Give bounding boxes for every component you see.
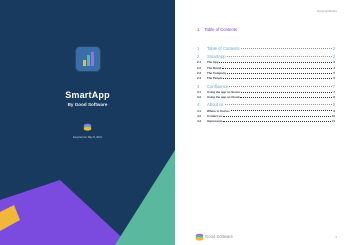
toc-entry-title: Impressum: [207, 119, 223, 124]
toc-subsection-link[interactable]: 4.3 Impressum 11: [197, 118, 335, 123]
teal-shape: [115, 150, 175, 245]
toc-page: Good Software 1 Table of Contents 1 Table…: [175, 0, 351, 245]
app-subtitle: By Good Software: [67, 102, 108, 107]
toc-leader-dots: [224, 103, 332, 106]
toc-heading: 1 Table of Contents: [197, 27, 237, 32]
toc-leader-dots: [230, 109, 333, 112]
toc-section-link[interactable]: 1 Table of Contents 2: [197, 44, 335, 51]
app-title: SmartApp: [65, 90, 110, 100]
toc-heading-title: Table of Contents: [204, 27, 238, 32]
toc-entry-title: Using the app on Cloud: [207, 95, 240, 100]
toc-section-link[interactable]: 3 Confluence 7: [197, 82, 335, 89]
toc-subsection-link[interactable]: 2.4 The People 6: [197, 75, 335, 80]
toc-leader-dots: [222, 115, 331, 117]
toc-section-link[interactable]: 2 SmartApp 3: [197, 52, 335, 59]
toc-leader-dots: [223, 77, 333, 80]
toc-leader-dots: [219, 61, 333, 64]
page-header-brand: Good Software: [316, 9, 337, 13]
toc-leader-dots: [240, 96, 333, 98]
app-icon: [76, 47, 100, 71]
toc-entry-page: 8: [333, 95, 335, 100]
footer-logo-icon: [195, 233, 204, 241]
toc-leader-dots: [226, 55, 332, 58]
toc-entry-number: 1: [197, 46, 200, 51]
cover-page: SmartApp By Good Software Exported on Ma…: [0, 0, 175, 245]
toc-entry-number: 4.3: [197, 119, 202, 124]
toc-subsection-link[interactable]: 3.2 Using the app on Cloud 8: [197, 94, 335, 99]
toc-leader-dots: [223, 120, 331, 123]
toc-entry-page: 6: [333, 76, 335, 81]
toc-leader-dots: [229, 85, 332, 87]
toc-entry-page: 2: [332, 46, 335, 51]
footer-page-number: 2: [335, 235, 337, 239]
toc-entry-title: Table of Contents: [207, 46, 240, 51]
exported-date: Exported on May 8, 2021: [73, 136, 102, 139]
toc-entry-title: The People: [207, 76, 223, 81]
toc-list: 1 Table of Contents 2 2 SmartApp 3 2.1 The App 3…: [197, 44, 335, 123]
toc-leader-dots: [241, 91, 333, 93]
toc-entry-number: 2.4: [197, 76, 202, 81]
toc-heading-number: 1: [197, 27, 200, 32]
bar-chart-icon: [83, 52, 94, 66]
footer-brand: Good Software: [205, 234, 233, 239]
purple-shape: [0, 180, 130, 245]
toc-entry-number: 3.2: [197, 95, 202, 100]
toc-leader-dots: [222, 67, 333, 69]
toc-leader-dots: [227, 72, 333, 74]
good-software-logo-icon: [83, 123, 92, 131]
toc-leader-dots: [240, 47, 332, 49]
toc-entry-page: 11: [331, 119, 335, 124]
toc-section-link[interactable]: 4 About us 9: [197, 100, 335, 107]
